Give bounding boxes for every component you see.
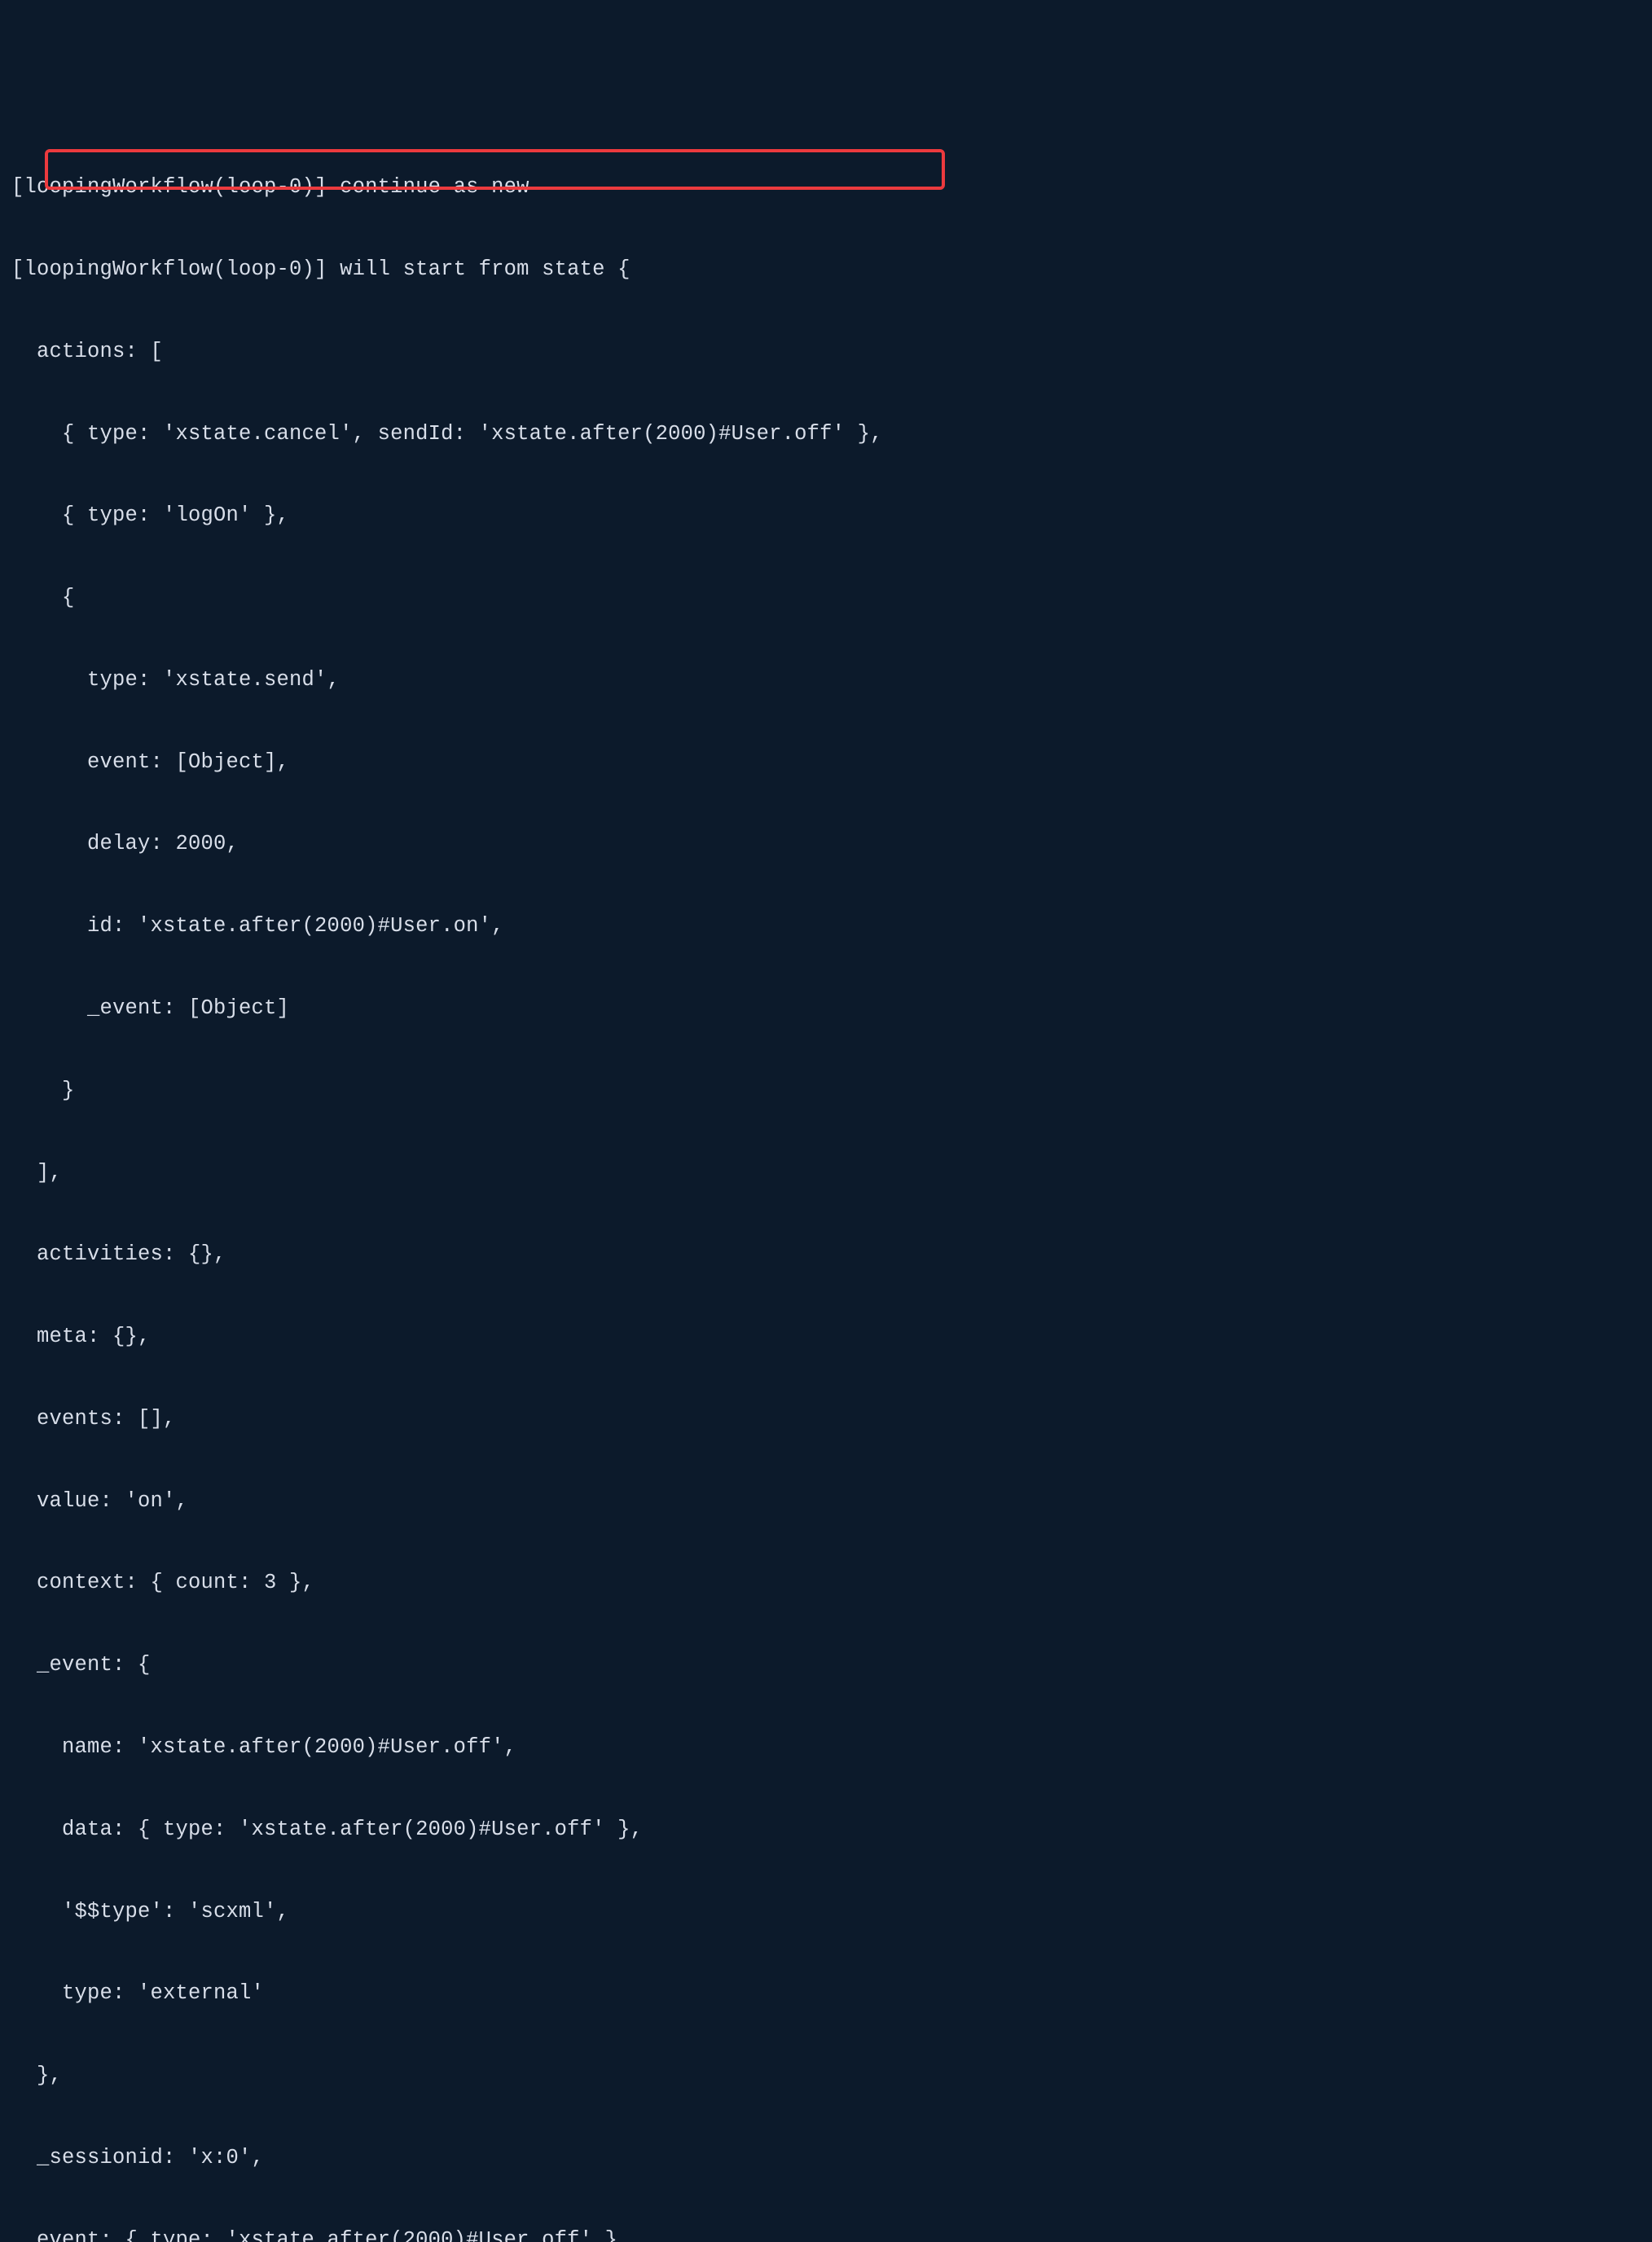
log-line: [loopingWorkflow(loop-0)] continue as ne…: [11, 174, 1641, 201]
log-line: actions: [: [11, 338, 1641, 366]
log-line: ],: [11, 1159, 1641, 1187]
log-line: _event: {: [11, 1651, 1641, 1679]
log-line: type: 'xstate.send',: [11, 666, 1641, 694]
log-line: id: 'xstate.after(2000)#User.on',: [11, 912, 1641, 940]
log-line: context: { count: 3 },: [11, 1569, 1641, 1597]
log-line: name: 'xstate.after(2000)#User.off',: [11, 1734, 1641, 1761]
log-line: '$$type': 'scxml',: [11, 1898, 1641, 1926]
log-line: { type: 'logOn' },: [11, 502, 1641, 530]
log-line: event: { type: 'xstate.after(2000)#User.…: [11, 2227, 1641, 2242]
log-line-highlighted: { type: 'xstate.cancel', sendId: 'xstate…: [11, 420, 1641, 448]
log-line: }: [11, 1077, 1641, 1105]
log-line: },: [11, 2062, 1641, 2090]
log-line: {: [11, 584, 1641, 612]
log-line: data: { type: 'xstate.after(2000)#User.o…: [11, 1816, 1641, 1844]
log-line: [loopingWorkflow(loop-0)] will start fro…: [11, 256, 1641, 284]
terminal-output: [loopingWorkflow(loop-0)] continue as ne…: [0, 91, 1652, 2242]
log-line: value: 'on',: [11, 1488, 1641, 1515]
log-line: event: [Object],: [11, 749, 1641, 776]
log-line: _sessionid: 'x:0',: [11, 2144, 1641, 2172]
log-line: _event: [Object]: [11, 995, 1641, 1022]
log-line: meta: {},: [11, 1323, 1641, 1351]
log-line: events: [],: [11, 1405, 1641, 1433]
log-line: delay: 2000,: [11, 830, 1641, 858]
log-line: activities: {},: [11, 1241, 1641, 1268]
log-line: type: 'external': [11, 1980, 1641, 2007]
